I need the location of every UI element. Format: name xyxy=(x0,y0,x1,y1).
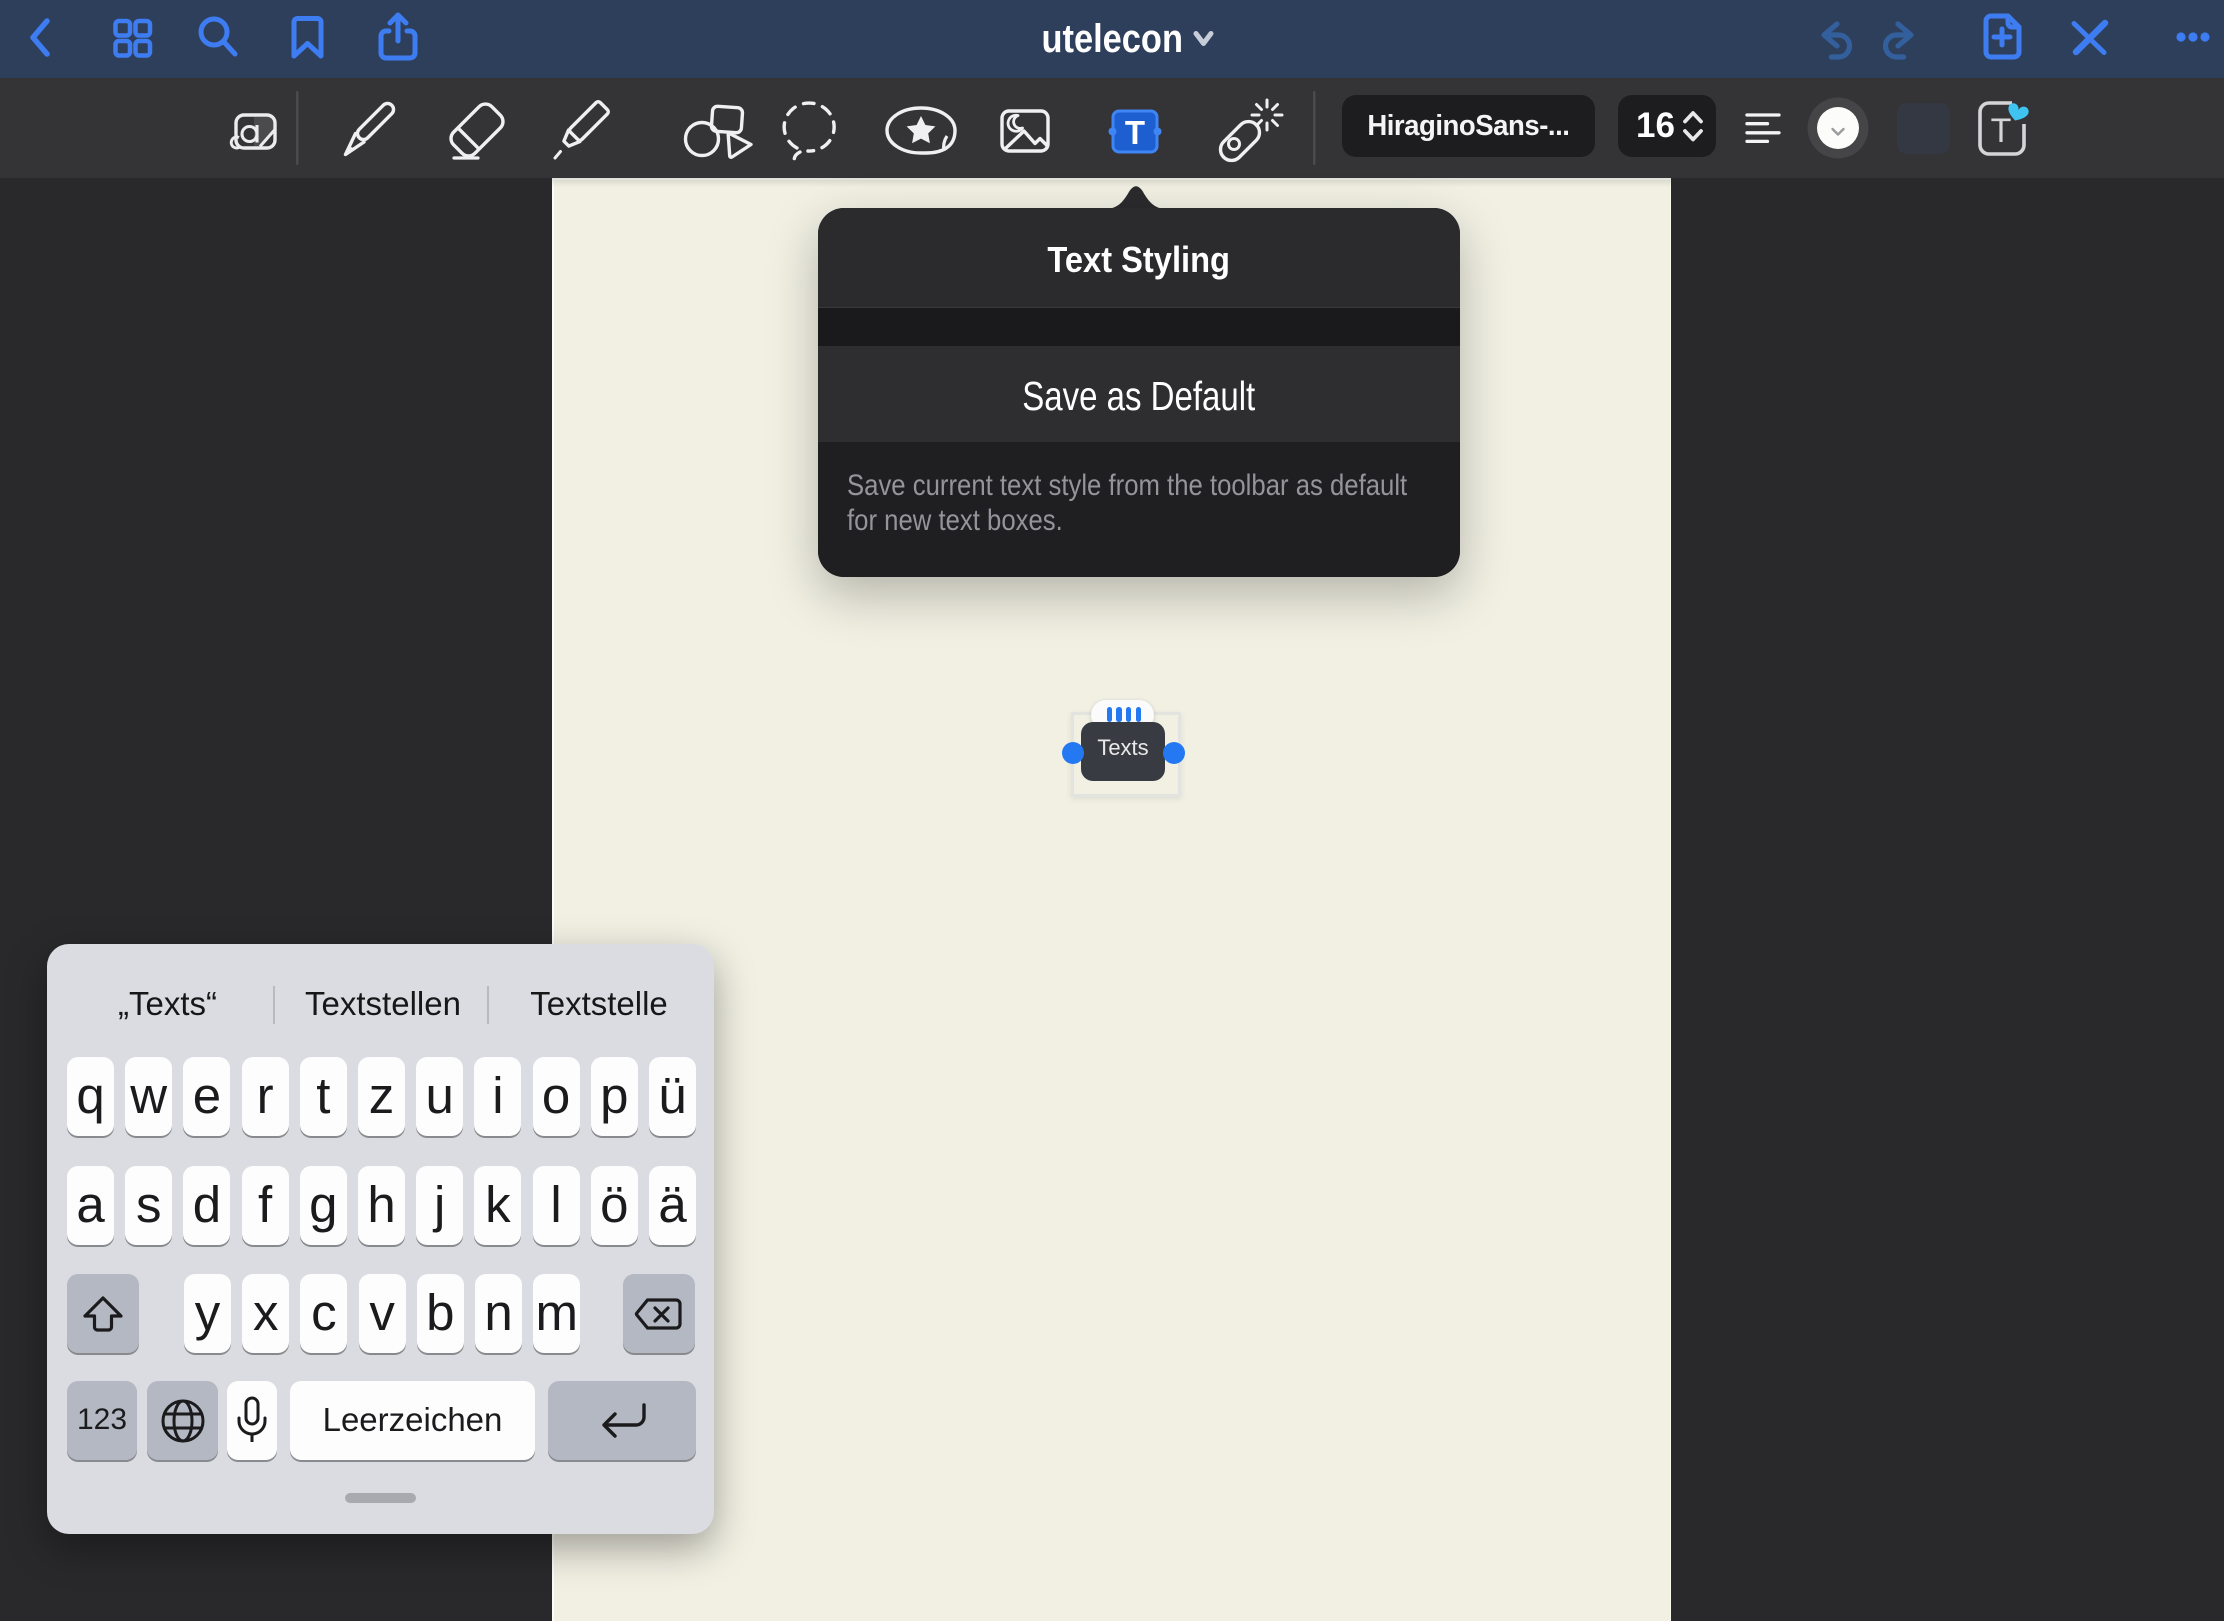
svg-text:T: T xyxy=(1125,114,1145,151)
svg-text:T: T xyxy=(1991,112,2012,150)
